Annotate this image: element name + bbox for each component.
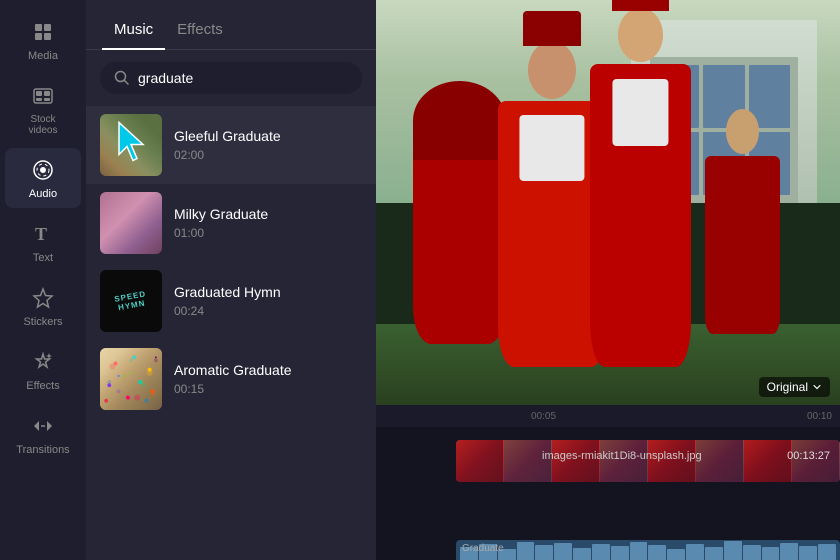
wave-bar xyxy=(667,549,685,560)
panel-tabs: Music Effects xyxy=(86,0,376,50)
stock-videos-icon xyxy=(29,82,57,110)
sidebar-item-stock-videos-label: Stock videos xyxy=(29,114,58,136)
audio-track-row: Graduate xyxy=(376,482,840,522)
wave-bar xyxy=(686,544,704,560)
music-duration-gleeful: 02:00 xyxy=(174,148,362,162)
music-item-milky[interactable]: Milky Graduate 01:00 xyxy=(86,184,376,262)
hymn-thumb-text: SPEED HYMN xyxy=(100,287,162,315)
film-frame xyxy=(552,440,600,482)
main-area: Original 00:05 00:10 xyxy=(376,0,840,560)
stickers-icon xyxy=(29,284,57,312)
ruler-mark-end: 00:10 xyxy=(807,411,832,422)
ruler-mark-5: 00:05 xyxy=(531,411,556,422)
wave-bar xyxy=(648,545,666,560)
sidebar-item-audio-label: Audio xyxy=(29,188,57,200)
film-frame xyxy=(744,440,792,482)
music-item-aromatic[interactable]: Aromatic Graduate 00:15 xyxy=(86,340,376,418)
music-thumb-milky xyxy=(100,192,162,254)
wave-bar xyxy=(535,545,553,560)
music-thumb-aromatic xyxy=(100,348,162,410)
sidebar: Media Stock videos Audio T xyxy=(0,0,86,560)
video-duration-badge: 00:13:27 xyxy=(787,450,830,462)
music-info-aromatic: Aromatic Graduate 00:15 xyxy=(174,362,362,396)
wave-bar xyxy=(799,546,817,560)
video-preview[interactable]: Original xyxy=(376,0,840,405)
video-controls-top: Original xyxy=(759,377,830,397)
tab-effects[interactable]: Effects xyxy=(165,11,235,50)
chevron-down-icon xyxy=(812,382,822,392)
audio-panel: Music Effects Gleef xyxy=(86,0,376,560)
search-icon xyxy=(114,70,130,86)
film-frame xyxy=(600,440,648,482)
sidebar-item-text-label: Text xyxy=(33,252,53,264)
sidebar-item-text[interactable]: T Text xyxy=(5,212,81,272)
cursor-arrow xyxy=(115,121,153,165)
timeline-area: 00:05 00:10 images- xyxy=(376,405,840,560)
sidebar-item-media-label: Media xyxy=(28,50,58,62)
wave-bar xyxy=(554,543,572,560)
sidebar-item-transitions[interactable]: Transitions xyxy=(5,404,81,464)
sidebar-item-stickers-label: Stickers xyxy=(23,316,62,328)
music-info-gleeful: Gleeful Graduate 02:00 xyxy=(174,128,362,162)
music-title-milky: Milky Graduate xyxy=(174,206,362,222)
audio-icon xyxy=(29,156,57,184)
video-strip[interactable]: images-rmiakit1Di8-unsplash.jpg 00:13:27 xyxy=(456,440,840,482)
search-input[interactable] xyxy=(138,70,348,86)
sidebar-item-media[interactable]: Media xyxy=(5,10,81,70)
wave-bar xyxy=(780,543,798,560)
media-icon xyxy=(29,18,57,46)
effects-icon xyxy=(29,348,57,376)
music-info-milky: Milky Graduate 01:00 xyxy=(174,206,362,240)
transitions-icon xyxy=(29,412,57,440)
svg-text:T: T xyxy=(35,224,47,244)
wave-bar xyxy=(818,544,836,560)
tab-music[interactable]: Music xyxy=(102,11,165,50)
original-badge[interactable]: Original xyxy=(759,377,830,397)
text-icon: T xyxy=(29,220,57,248)
sidebar-item-stickers[interactable]: Stickers xyxy=(5,276,81,336)
music-title-hymn: Graduated Hymn xyxy=(174,284,362,300)
sidebar-item-effects-label: Effects xyxy=(26,380,59,392)
music-thumb-hymn: SPEED HYMN xyxy=(100,270,162,332)
film-frame xyxy=(504,440,552,482)
video-strip-content xyxy=(456,440,840,482)
original-label: Original xyxy=(767,380,808,394)
music-list: Gleeful Graduate 02:00 Milky Graduate 01… xyxy=(86,106,376,560)
wave-bar xyxy=(592,544,610,560)
audio-track-label: Graduate xyxy=(458,541,508,556)
film-frame xyxy=(648,440,696,482)
wave-bar xyxy=(630,542,648,560)
music-item-hymn[interactable]: SPEED HYMN Graduated Hymn 00:24 xyxy=(86,262,376,340)
music-info-hymn: Graduated Hymn 00:24 xyxy=(174,284,362,318)
music-duration-milky: 01:00 xyxy=(174,226,362,240)
audio-track[interactable] xyxy=(456,540,840,560)
search-bar xyxy=(100,62,362,94)
wave-bar xyxy=(517,542,535,560)
sidebar-item-effects[interactable]: Effects xyxy=(5,340,81,400)
sidebar-item-stock-videos[interactable]: Stock videos xyxy=(5,74,81,144)
film-frame xyxy=(456,440,504,482)
wave-bar xyxy=(705,547,723,560)
wave-bar xyxy=(762,547,780,560)
sidebar-item-transitions-label: Transitions xyxy=(16,444,69,456)
sidebar-item-audio[interactable]: Audio xyxy=(5,148,81,208)
music-duration-aromatic: 00:15 xyxy=(174,382,362,396)
video-track-row: images-rmiakit1Di8-unsplash.jpg 00:13:27 xyxy=(376,432,840,477)
music-thumb-gleeful xyxy=(100,114,162,176)
waveform xyxy=(456,540,840,560)
music-duration-hymn: 00:24 xyxy=(174,304,362,318)
timeline-tracks: images-rmiakit1Di8-unsplash.jpg 00:13:27 xyxy=(376,427,840,560)
wave-bar xyxy=(724,541,742,560)
music-item-gleeful[interactable]: Gleeful Graduate 02:00 xyxy=(86,106,376,184)
film-frame xyxy=(696,440,744,482)
wave-bar xyxy=(573,548,591,560)
timeline-ruler: 00:05 00:10 xyxy=(376,405,840,427)
wave-bar xyxy=(611,546,629,560)
music-title-gleeful: Gleeful Graduate xyxy=(174,128,362,144)
wave-bar xyxy=(743,545,761,560)
music-title-aromatic: Aromatic Graduate xyxy=(174,362,362,378)
